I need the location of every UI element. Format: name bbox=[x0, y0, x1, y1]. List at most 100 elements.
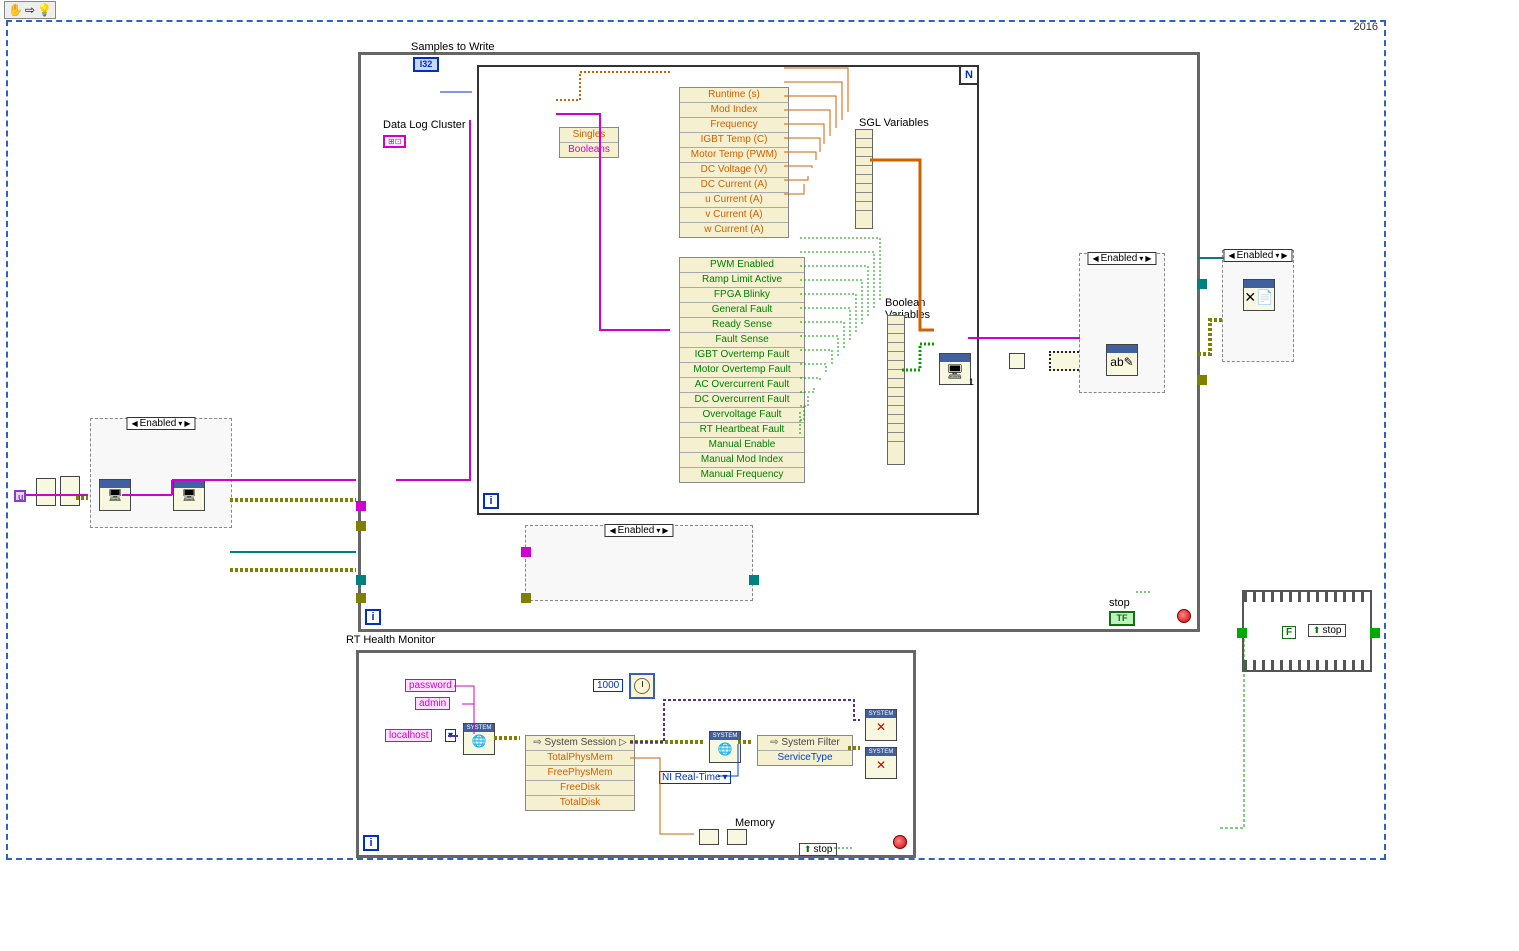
case-struct-middle: ◀Enabled▾▶ bbox=[525, 525, 753, 601]
write-subvi[interactable]: ab✎ bbox=[1106, 344, 1138, 376]
admin-const[interactable]: admin bbox=[415, 697, 450, 710]
while-loop-stop-icon[interactable] bbox=[1177, 609, 1191, 623]
wait-1000-const[interactable]: 1000 bbox=[593, 679, 623, 692]
unbundle-booleans: Booleans bbox=[560, 143, 618, 157]
toolbar[interactable]: ✋ ⇨ 💡 bbox=[4, 1, 56, 19]
tunnel bbox=[356, 521, 366, 531]
samples-to-write-label: Samples to Write bbox=[411, 41, 495, 53]
system-close-subvi-1[interactable]: SYSTEM✕ bbox=[865, 709, 897, 741]
unbundle-singles: Singles bbox=[560, 128, 618, 143]
unbundle-sgl[interactable]: Runtime (s) Mod Index Frequency IGBT Tem… bbox=[679, 87, 789, 238]
bool-row: Overvoltage Fault bbox=[680, 408, 804, 423]
tunnel bbox=[356, 593, 366, 603]
build-array-sgl[interactable] bbox=[855, 129, 873, 229]
rt-health-wait-icon bbox=[629, 673, 655, 699]
case-selector-right[interactable]: ◀Enabled▾▶ bbox=[1087, 252, 1156, 265]
bool-row: AC Overcurrent Fault bbox=[680, 378, 804, 393]
system-close-subvi-2[interactable]: SYSTEM✕ bbox=[865, 747, 897, 779]
case-selector-left[interactable]: ◀Enabled▾▶ bbox=[126, 417, 195, 430]
rt-health-stop-local[interactable]: stop bbox=[799, 843, 837, 856]
unbundle-bool[interactable]: PWM Enabled Ramp Limit Active FPGA Blink… bbox=[679, 257, 805, 483]
tunnel bbox=[356, 575, 366, 585]
rt-health-i: i bbox=[363, 835, 379, 851]
sgl-row: Runtime (s) bbox=[680, 88, 788, 103]
close-file-subvi[interactable]: ✕📄 bbox=[1243, 279, 1275, 311]
system-session-unbundle[interactable]: ⇨ System Session ▷ TotalPhysMem FreePhys… bbox=[525, 735, 635, 811]
bool-row: DC Overcurrent Fault bbox=[680, 393, 804, 408]
memory-indicator[interactable] bbox=[727, 829, 747, 845]
sgl-row: u Current (A) bbox=[680, 193, 788, 208]
mem-row: FreeDisk bbox=[526, 781, 634, 796]
for-loop-i: i bbox=[483, 493, 499, 509]
case-selector-far-right[interactable]: ◀Enabled▾▶ bbox=[1223, 249, 1292, 262]
num-to-array[interactable] bbox=[699, 829, 719, 845]
sgl-row: w Current (A) bbox=[680, 223, 788, 237]
false-const[interactable]: F bbox=[1282, 626, 1296, 639]
bool-row: PWM Enabled bbox=[680, 258, 804, 273]
sgl-row: Mod Index bbox=[680, 103, 788, 118]
tunnel bbox=[1197, 279, 1207, 289]
concat-node[interactable] bbox=[1009, 353, 1025, 369]
data-log-cluster-label: Data Log Cluster bbox=[383, 119, 466, 131]
main-while-loop: Samples to Write I32 N i Data Log Cluste… bbox=[358, 52, 1200, 632]
sgl-row: DC Current (A) bbox=[680, 178, 788, 193]
sgl-row: Frequency bbox=[680, 118, 788, 133]
rt-health-loop: i password admin localhost ▾ SYSTEM 🌐 ⇨ … bbox=[356, 650, 916, 858]
service-type-row: ServiceType bbox=[758, 751, 852, 765]
tunnel bbox=[749, 575, 759, 585]
case-struct-far-right: ◀Enabled▾▶ ✕📄 bbox=[1222, 250, 1294, 362]
bool-row: Manual Mod Index bbox=[680, 453, 804, 468]
tunnel bbox=[1237, 628, 1247, 638]
bool-row: General Fault bbox=[680, 303, 804, 318]
rt-health-title: RT Health Monitor bbox=[346, 634, 435, 646]
u-node[interactable]: u bbox=[14, 490, 26, 502]
build-array-bool[interactable] bbox=[887, 315, 905, 465]
coerce-node[interactable] bbox=[1049, 351, 1083, 371]
rt-health-stop-icon[interactable] bbox=[893, 835, 907, 849]
bool-row: RT Heartbeat Fault bbox=[680, 423, 804, 438]
sgl-row: Motor Temp (PWM) bbox=[680, 148, 788, 163]
bool-row: Fault Sense bbox=[680, 333, 804, 348]
tunnel bbox=[356, 501, 366, 511]
system-session-label: System Session bbox=[545, 737, 617, 748]
hand-tool-icon[interactable]: ✋ bbox=[8, 3, 23, 17]
system-open-subvi[interactable]: SYSTEM 🌐 bbox=[463, 723, 495, 755]
highlight-tool-icon[interactable]: 💡 bbox=[37, 3, 52, 17]
sequence-structure: F stop bbox=[1242, 590, 1372, 672]
mem-row: FreePhysMem bbox=[526, 766, 634, 781]
timed-loop-year: 2016 bbox=[1354, 21, 1378, 33]
system-filter-label: System Filter bbox=[781, 737, 839, 748]
samples-to-write-terminal[interactable]: I32 bbox=[413, 57, 439, 72]
case-struct-right: ◀Enabled▾▶ ab✎ bbox=[1079, 253, 1165, 393]
bool-row: FPGA Blinky bbox=[680, 288, 804, 303]
localhost-ring[interactable]: ▾ bbox=[445, 729, 456, 742]
init-node-2[interactable] bbox=[60, 476, 80, 506]
case-selector-middle[interactable]: ◀Enabled▾▶ bbox=[604, 524, 673, 537]
bundle-subvi[interactable]: 🖥 bbox=[939, 353, 971, 385]
tunnel bbox=[1197, 375, 1207, 385]
seq-stop-local[interactable]: stop bbox=[1308, 624, 1346, 637]
left-subvi-1[interactable]: 🖥 bbox=[99, 479, 131, 511]
sgl-row: DC Voltage (V) bbox=[680, 163, 788, 178]
ni-rt-ring[interactable]: NI Real-Time▾ bbox=[659, 771, 731, 784]
tunnel bbox=[1370, 628, 1380, 638]
bool-row: IGBT Overtemp Fault bbox=[680, 348, 804, 363]
tunnel bbox=[521, 593, 531, 603]
init-node-1[interactable] bbox=[36, 478, 56, 506]
timed-loop: 2016 Wait to Write (ms) U32 Samples to W… bbox=[6, 20, 1386, 860]
unbundle-cluster[interactable]: Singles Booleans bbox=[559, 127, 619, 158]
bundle-index: 1 bbox=[969, 377, 974, 387]
arrow-tool-icon[interactable]: ⇨ bbox=[25, 3, 35, 17]
bool-row: Ready Sense bbox=[680, 318, 804, 333]
for-loop: N i Data Log Cluster ⊞⊡ Singles Booleans… bbox=[477, 65, 979, 515]
stop-terminal[interactable]: TF bbox=[1109, 611, 1135, 626]
data-log-cluster-const[interactable]: ⊞⊡ bbox=[383, 135, 406, 148]
left-subvi-2[interactable]: 🖥 bbox=[173, 479, 205, 511]
bool-row: Manual Frequency bbox=[680, 468, 804, 482]
bool-row: Motor Overtemp Fault bbox=[680, 363, 804, 378]
tunnel bbox=[521, 547, 531, 557]
password-const[interactable]: password bbox=[405, 679, 456, 692]
localhost-const[interactable]: localhost bbox=[385, 729, 432, 742]
system-mid-subvi[interactable]: SYSTEM 🌐 bbox=[709, 731, 741, 763]
system-filter-unbundle[interactable]: ⇨ System Filter ServiceType bbox=[757, 735, 853, 766]
